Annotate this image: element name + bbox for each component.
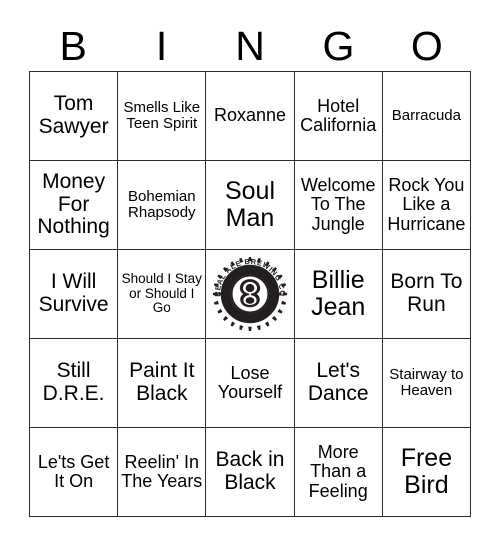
bingo-cell-label: Hotel California [300,95,377,135]
bingo-cell-g3[interactable]: Billie Jean [294,250,383,339]
bingo-cell-label: Money For Nothing [37,169,110,239]
bingo-cell-label: Born To Run [390,270,463,316]
header-letter-i: I [155,23,168,69]
bingo-cell-label: Lose Yourself [217,362,283,402]
bingo-cell-label: Tom Sawyer [38,92,109,138]
bingo-cell-b1[interactable]: Tom Sawyer [30,72,119,161]
bingo-cell-label: Roxanne [213,105,287,126]
bingo-cell-g1[interactable]: Hotel California [294,72,383,161]
bingo-cell-label: Paint It Black [129,359,195,405]
bingo-cell-label: Bohemian Rhapsody [128,187,196,221]
bingo-cell-label: Soul Man [224,177,276,232]
bingo-cell-o3[interactable]: Born To Run [382,250,471,339]
bingo-cell-label: Billie Jean [311,266,366,321]
bingo-cell-label: Rock You Like a Hurricane [387,174,466,234]
bingo-cell-label: Back in Black [215,448,285,494]
bingo-cell-label: Barracuda [391,106,461,124]
bingo-cell-b4[interactable]: Still D.R.E. [30,339,119,428]
header-letter-g: G [322,23,355,69]
bingo-cell-label: Still D.R.E. [42,359,105,405]
bingo-cell-label: Let's Dance [307,359,369,405]
bingo-cell-g5[interactable]: More Than a Feeling [294,428,383,517]
bingo-cell-g4[interactable]: Let's Dance [294,339,383,428]
bingo-card: B I N G O Tom Sawyer Smells Like Teen Sp… [0,0,500,544]
real-ale-brewing-co-logo-icon: REAL ALE BREWING CO BLANCO, TEXAS [211,255,289,333]
bingo-cell-i2[interactable]: Bohemian Rhapsody [118,161,207,250]
bingo-cell-i3[interactable]: Should I Stay or Should I Go [118,250,207,339]
bingo-cell-free-space[interactable]: REAL ALE BREWING CO BLANCO, TEXAS [206,250,295,339]
bingo-cell-label: Le'ts Get It On [37,451,110,491]
bingo-cell-label: I Will Survive [38,270,109,316]
bingo-cell-b5[interactable]: Le'ts Get It On [30,428,119,517]
bingo-cell-n2[interactable]: Soul Man [206,161,295,250]
bingo-cell-g2[interactable]: Welcome To The Jungle [294,161,383,250]
bingo-cell-label: Reelin' In The Years [121,451,203,491]
bingo-cell-label: Free Bird [400,444,453,499]
bingo-cell-label: Stairway to Heaven [389,365,464,399]
bingo-cell-n5[interactable]: Back in Black [206,428,295,517]
bingo-cell-o1[interactable]: Barracuda [382,72,471,161]
bingo-cell-label: Welcome To The Jungle [300,174,376,234]
bingo-cell-o4[interactable]: Stairway to Heaven [382,339,471,428]
bingo-header: B I N G O [29,22,471,71]
header-letter-n: N [235,23,265,69]
bingo-cell-i1[interactable]: Smells Like Teen Spirit [118,72,207,161]
bingo-cell-label: More Than a Feeling [308,441,368,501]
bingo-cell-b2[interactable]: Money For Nothing [30,161,119,250]
header-letter-b: B [59,23,87,69]
bingo-cell-i5[interactable]: Reelin' In The Years [118,428,207,517]
bingo-cell-label: Smells Like Teen Spirit [123,98,201,132]
bingo-cell-i4[interactable]: Paint It Black [118,339,207,428]
bingo-cell-o5[interactable]: Free Bird [382,428,471,517]
bingo-cell-b3[interactable]: I Will Survive [30,250,119,339]
bingo-cell-o2[interactable]: Rock You Like a Hurricane [382,161,471,250]
header-letter-o: O [410,23,443,69]
bingo-cell-n4[interactable]: Lose Yourself [206,339,295,428]
bingo-cell-label: Should I Stay or Should I Go [121,271,202,316]
bingo-grid: Tom Sawyer Smells Like Teen Spirit Roxan… [29,71,471,517]
bingo-cell-n1[interactable]: Roxanne [206,72,295,161]
